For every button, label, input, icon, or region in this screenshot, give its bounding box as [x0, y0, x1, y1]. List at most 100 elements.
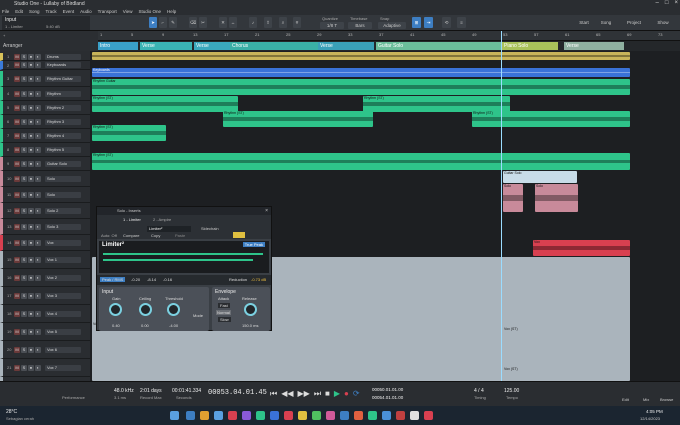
- loop-start[interactable]: 00050.01.01.00: [372, 387, 403, 392]
- menu-item[interactable]: Transport: [98, 9, 117, 14]
- record-arm-button[interactable]: ●: [28, 346, 34, 353]
- power-toggle[interactable]: [233, 232, 245, 238]
- track-row[interactable]: 1 M S ● ◐ Drums: [0, 53, 98, 61]
- preset-slot[interactable]: 1 - Limiter: [123, 217, 141, 222]
- solo-button[interactable]: S: [21, 274, 27, 281]
- monitor-button[interactable]: ◐: [35, 346, 41, 353]
- arranger-section[interactable]: Piano Solo: [502, 42, 558, 50]
- mute-button[interactable]: M: [14, 132, 20, 139]
- track-row[interactable]: 6 M S ● ◐ Rhythm 3: [0, 115, 98, 129]
- record-arm-button[interactable]: ●: [28, 274, 34, 281]
- track-row[interactable]: 4 M S ● ◐ Rhythm: [0, 87, 98, 101]
- mute-button[interactable]: M: [14, 53, 20, 60]
- solo-clip[interactable]: Solo: [503, 184, 523, 212]
- record-arm-button[interactable]: ●: [28, 256, 34, 263]
- solo-button[interactable]: S: [21, 292, 27, 299]
- bars-position[interactable]: 00053.04.01.45: [208, 389, 267, 397]
- taskbar-app-icon[interactable]: [340, 411, 349, 420]
- solo-clip[interactable]: Solo: [535, 184, 578, 212]
- record-arm-button[interactable]: ●: [28, 53, 34, 60]
- sidechain-button[interactable]: Sidechain: [201, 226, 219, 231]
- monitor-button[interactable]: ◐: [35, 191, 41, 198]
- monitor-button[interactable]: ◐: [35, 53, 41, 60]
- menu-item[interactable]: Event: [63, 9, 75, 14]
- arranger-section[interactable]: Verse: [140, 42, 192, 50]
- track-row[interactable]: 16 M S ● ◐ Vox 2: [0, 269, 98, 287]
- copy-button[interactable]: Copy: [151, 233, 160, 238]
- solo-button[interactable]: S: [21, 104, 27, 111]
- mute-button[interactable]: M: [14, 160, 20, 167]
- release-knob[interactable]: [244, 303, 257, 316]
- solo-button[interactable]: S: [21, 364, 27, 371]
- preset-name-field[interactable]: Limiter²: [147, 226, 191, 232]
- arranger-section[interactable]: Chorus: [230, 42, 322, 50]
- quantize-select[interactable]: 1/8 T: [320, 22, 344, 29]
- mute-button[interactable]: M: [14, 207, 20, 214]
- track-row[interactable]: 13 M S ● ◐ Solo 3: [0, 219, 98, 235]
- record-arm-button[interactable]: ●: [28, 104, 34, 111]
- track-name[interactable]: Rhythm: [45, 90, 81, 97]
- solo-button[interactable]: S: [21, 256, 27, 263]
- track-name[interactable]: Rhythm 3: [45, 118, 81, 125]
- menu-item[interactable]: Song: [29, 9, 40, 14]
- mute-button[interactable]: M: [14, 256, 20, 263]
- record-arm-button[interactable]: ●: [28, 62, 34, 68]
- track-name[interactable]: Vox 1: [45, 256, 81, 263]
- mute-button[interactable]: M: [14, 75, 20, 82]
- rhythm-clip[interactable]: Rhythm (ST): [363, 96, 510, 112]
- playhead[interactable]: [501, 31, 502, 381]
- track-name[interactable]: Solo: [45, 175, 81, 182]
- end-icon[interactable]: ⏭: [314, 389, 321, 399]
- monitor-button[interactable]: ◐: [35, 328, 41, 335]
- rhythm-2-clip[interactable]: Rhythm (ST): [472, 111, 630, 127]
- taskbar-app-icon[interactable]: [326, 411, 335, 420]
- menu-item[interactable]: Track: [46, 9, 57, 14]
- pencil-tool-button[interactable]: ✎: [169, 17, 177, 28]
- loop-end[interactable]: 00054.01.01.00: [372, 395, 403, 400]
- record-arm-button[interactable]: ●: [28, 223, 34, 230]
- solo-button[interactable]: S: [21, 175, 27, 182]
- menu-item[interactable]: Studio One: [138, 9, 161, 14]
- timeline-ruler[interactable]: 1 5 9 13 17 21 25 29 33 37 41 45 49 53 57 61 65 69 73: [98, 31, 680, 41]
- performance-label[interactable]: Performance: [62, 395, 85, 400]
- mute-button[interactable]: M: [14, 310, 20, 317]
- taskbar-app-icon[interactable]: [200, 411, 209, 420]
- track-name[interactable]: Vox 4: [45, 310, 81, 317]
- minimize-icon[interactable]: –: [656, 0, 659, 6]
- solo-button[interactable]: S: [21, 328, 27, 335]
- edit-button[interactable]: Edit: [622, 397, 629, 402]
- start-button[interactable]: Start: [577, 17, 591, 28]
- mute-button[interactable]: M: [14, 104, 20, 111]
- eraser-tool-button[interactable]: ⌫: [189, 17, 197, 28]
- track-name[interactable]: Solo 3: [45, 223, 81, 230]
- record-arm-button[interactable]: ●: [28, 132, 34, 139]
- record-arm-button[interactable]: ●: [28, 310, 34, 317]
- time-signature[interactable]: 4 / 4: [474, 388, 484, 394]
- record-arm-button[interactable]: ●: [28, 207, 34, 214]
- tempo-value[interactable]: 125.00: [504, 388, 519, 394]
- solo-button[interactable]: S: [21, 223, 27, 230]
- track-name[interactable]: Rhythm 5: [45, 146, 81, 153]
- mode-label[interactable]: Mode: [193, 313, 203, 318]
- paint-tool-button[interactable]: ✂: [199, 17, 207, 28]
- autoscroll-button[interactable]: ⇥: [424, 17, 433, 28]
- track-name[interactable]: Solo 2: [45, 207, 81, 214]
- record-arm-button[interactable]: ●: [28, 191, 34, 198]
- solo-button[interactable]: S: [21, 207, 27, 214]
- browse-button[interactable]: Browse: [660, 397, 673, 402]
- mix-button[interactable]: Mix: [643, 397, 649, 402]
- mute-button[interactable]: M: [14, 364, 20, 371]
- show-button[interactable]: Show: [655, 17, 671, 28]
- record-arm-button[interactable]: ●: [28, 146, 34, 153]
- solo-button[interactable]: S: [21, 53, 27, 60]
- record-arm-button[interactable]: ●: [28, 364, 34, 371]
- device-slot[interactable]: 2 - Ampire: [153, 217, 171, 222]
- track-name[interactable]: Rhythm 2: [45, 104, 81, 111]
- menu-item[interactable]: Help: [167, 9, 176, 14]
- split-tool-button[interactable]: ⇧: [264, 17, 272, 28]
- taskbar-app-icon[interactable]: [242, 411, 251, 420]
- track-row[interactable]: 10 M S ● ◐ Solo: [0, 171, 98, 187]
- monitor-button[interactable]: ◐: [35, 75, 41, 82]
- arranger-section[interactable]: Intro: [98, 42, 138, 50]
- arranger-section[interactable]: Verse: [318, 42, 374, 50]
